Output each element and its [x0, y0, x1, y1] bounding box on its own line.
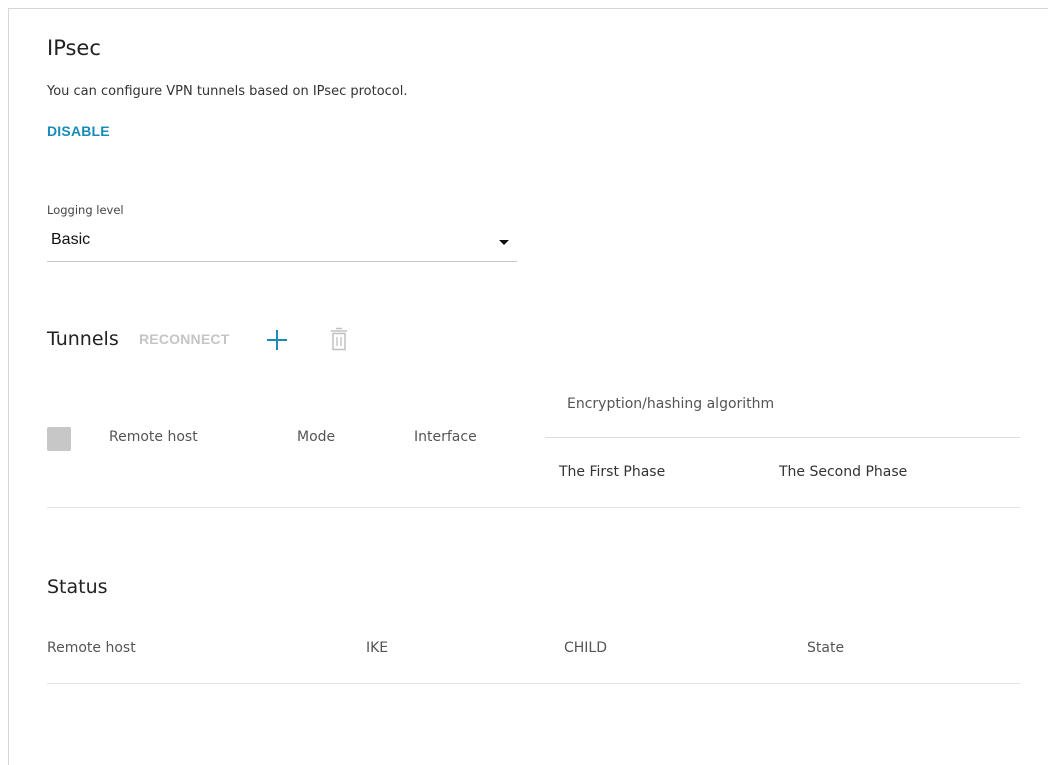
status-column-state: State [807, 640, 845, 656]
plus-icon[interactable] [266, 329, 288, 351]
select-all-checkbox[interactable] [47, 427, 71, 451]
column-header-interface: Interface [414, 429, 477, 445]
column-header-mode: Mode [297, 429, 336, 445]
caret-down-icon [499, 240, 509, 245]
content-frame [8, 8, 1048, 765]
logging-level-label: Logging level [47, 203, 124, 217]
reconnect-button[interactable]: RECONNECT [139, 331, 229, 347]
tunnels-title: Tunnels [47, 328, 119, 350]
column-header-encryption: Encryption/hashing algorithm [567, 396, 775, 412]
page-title: IPsec [47, 36, 101, 60]
column-header-second-phase: The Second Phase [779, 464, 908, 480]
disable-button[interactable]: DISABLE [47, 123, 110, 139]
status-title: Status [47, 576, 108, 598]
header-divider [545, 437, 1020, 438]
trash-icon[interactable] [330, 327, 348, 351]
tunnels-table-divider [47, 507, 1020, 508]
page-description: You can configure VPN tunnels based on I… [47, 84, 408, 99]
status-column-child: CHILD [564, 640, 608, 656]
column-header-first-phase: The First Phase [559, 464, 666, 480]
column-header-remote-host: Remote host [109, 429, 198, 445]
logging-level-select[interactable]: Basic [47, 224, 517, 262]
status-column-ike: IKE [366, 640, 389, 656]
status-column-remote-host: Remote host [47, 640, 136, 656]
status-table-divider [47, 683, 1020, 684]
logging-level-value: Basic [51, 231, 91, 248]
